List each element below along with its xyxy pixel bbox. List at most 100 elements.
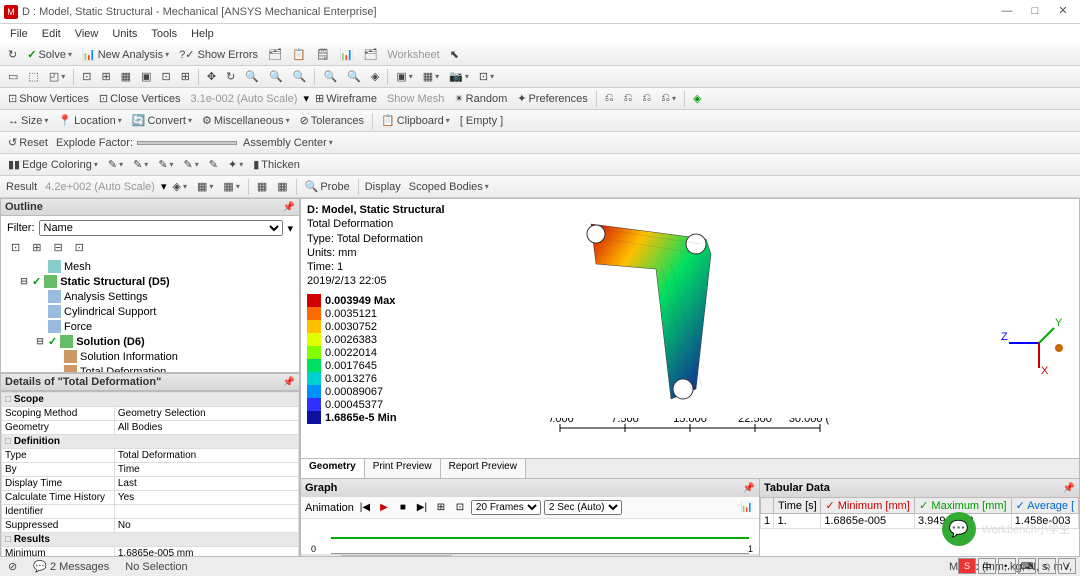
close-button[interactable]: ✕ [1050,3,1076,21]
location-button[interactable]: 📍 Location ▾ [54,113,125,128]
pin-icon[interactable]: 📌 [283,377,295,388]
edge-icon[interactable]: ⊞ [97,69,114,84]
view-icon[interactable]: ▣▾ [392,69,416,84]
anim-last-icon[interactable]: ▶| [414,500,430,516]
outline-tool-icon[interactable]: ⊞ [28,240,45,255]
ime-icon[interactable]: S [958,558,976,574]
result-icon[interactable]: ▦ [273,179,291,194]
rotate-icon[interactable]: ↻ [222,69,239,84]
probe-button[interactable]: 🔍Probe [301,179,354,194]
iso-cube-icon[interactable]: ◈ [689,91,705,106]
node-icon[interactable]: ⊡ [157,69,174,84]
anim-stop-icon[interactable]: ■ [395,500,411,516]
outline-tool-icon[interactable]: ⊟ [49,240,66,255]
result-icon[interactable]: ▦▾ [193,179,217,194]
toolbar-icon[interactable]: 📊 [336,47,358,62]
edge-icon[interactable]: ✎ [205,157,222,172]
cursor-icon[interactable]: ⬉ [446,47,463,62]
minimize-button[interactable]: — [994,3,1020,21]
anim-export-icon[interactable]: 📊 [739,500,755,516]
tree-item[interactable]: ⊟Static Structural (D5) [7,274,293,289]
anim-first-icon[interactable]: |◀ [357,500,373,516]
tree-item[interactable]: Solution Information [7,349,293,364]
thicken-button[interactable]: ▮Thicken [249,157,304,172]
ime-icon[interactable]: ⌨ [1018,558,1036,574]
triad-icon[interactable]: Z Y X [999,308,1069,378]
reset-button[interactable]: ↺Reset [4,135,52,150]
menu-file[interactable]: File [4,26,34,42]
view-icon[interactable]: 📷▾ [445,69,473,84]
preferences-button[interactable]: ✦ Preferences [513,91,592,106]
view-icon[interactable]: ⊡▾ [475,69,498,84]
random-button[interactable]: ✴ Random [450,91,511,106]
anim-mode-icon[interactable]: ⊡ [452,500,468,516]
tool-icon[interactable]: ⎌ [620,91,637,106]
solve-button[interactable]: Solve ▾ [23,47,76,62]
zoom-icon[interactable]: 🔍 [241,69,263,84]
scale-value[interactable]: 3.1e-002 (Auto Scale) [186,92,301,106]
view-icon[interactable]: ▦▾ [419,69,443,84]
tab-geometry[interactable]: Geometry [301,459,365,478]
body-icon[interactable]: ▣ [137,69,155,84]
tree-item[interactable]: Total Deformation [7,364,293,373]
ime-icon[interactable]: 中 [978,558,996,574]
close-vertices-button[interactable]: ⊡ Close Vertices [95,91,185,106]
edge-icon[interactable]: ✎▾ [129,157,152,172]
menu-view[interactable]: View [69,26,105,42]
edge-icon[interactable]: ✎▾ [104,157,127,172]
tolerances-button[interactable]: ⊘ Tolerances [296,113,368,128]
new-analysis-button[interactable]: 📊 New Analysis ▾ [78,47,173,62]
tab-print-preview[interactable]: Print Preview [365,459,441,478]
size-button[interactable]: ↔ Size ▾ [4,114,52,128]
toolbar-icon[interactable]: 📋 [288,47,310,62]
tab-report-preview[interactable]: Report Preview [441,459,526,478]
zoom-fit-icon[interactable]: 🔍 [289,69,311,84]
outline-tool-icon[interactable]: ⊡ [7,240,24,255]
tree-item[interactable]: Cylindrical Support [7,304,293,319]
viewport[interactable]: D: Model, Static Structural Total Deform… [301,199,1079,458]
misc-button[interactable]: ⚙ Miscellaneous ▾ [198,113,294,128]
result-icon[interactable]: ▦▾ [219,179,243,194]
maximize-button[interactable]: □ [1022,3,1048,21]
show-errors-button[interactable]: ?✓ Show Errors [175,47,262,62]
scoped-dropdown[interactable]: Scoped Bodies ▾ [405,180,493,194]
face-icon[interactable]: ▦ [117,69,135,84]
anim-play-icon[interactable]: ▶ [376,500,392,516]
wireframe-button[interactable]: ⊞ Wireframe [311,91,381,106]
element-icon[interactable]: ⊞ [177,69,194,84]
assembly-dropdown[interactable]: Assembly Center ▾ [239,136,337,150]
menu-units[interactable]: Units [106,26,143,42]
tool-icon[interactable]: ⎌ [638,91,655,106]
messages-badge[interactable]: 💬 2 Messages [29,560,113,573]
tabular-table[interactable]: Time [s]✓ Minimum [mm]✓ Maximum [mm]✓ Av… [760,497,1079,529]
ime-icon[interactable]: ☺ [1038,558,1056,574]
status-icon[interactable]: ⊘ [4,560,21,573]
toolbar-icon[interactable]: 🗒 [312,47,334,62]
result-icon[interactable]: ▦ [253,179,271,194]
menu-tools[interactable]: Tools [145,26,183,42]
tool-icon[interactable]: ⎌▾ [657,91,680,106]
tree-item[interactable]: Analysis Settings [7,289,293,304]
clipboard-button[interactable]: 📋 Clipboard ▾ [377,113,454,128]
show-mesh-button[interactable]: Show Mesh [383,92,448,106]
filter-select[interactable]: Name [39,220,284,236]
menu-edit[interactable]: Edit [36,26,67,42]
select-icon[interactable]: ▭ [4,69,22,84]
menu-help[interactable]: Help [185,26,220,42]
view-icon[interactable]: 🔍 [343,69,365,84]
tree-item[interactable]: ⊟Solution (D6) [7,334,293,349]
frames-select[interactable]: 20 Frames [471,500,541,515]
graph-area[interactable]: 0 1 [301,519,759,555]
zoom-box-icon[interactable]: 🔍 [265,69,287,84]
iso-icon[interactable]: ◈ [367,69,383,84]
select-icon[interactable]: ◰▾ [45,69,69,84]
view-icon[interactable]: 🔍 [319,69,341,84]
tree-item[interactable]: Mesh [7,259,293,274]
toolbar-icon[interactable]: 🗂 [359,47,381,62]
pan-icon[interactable]: ✥ [203,69,220,84]
explode-slider[interactable] [137,141,237,145]
refresh-icon[interactable]: ↻ [4,47,21,62]
edge-icon[interactable]: ✎▾ [180,157,203,172]
result-scale[interactable]: 4.2e+002 (Auto Scale) [41,180,159,194]
edge-icon[interactable]: ✦▾ [224,157,247,172]
